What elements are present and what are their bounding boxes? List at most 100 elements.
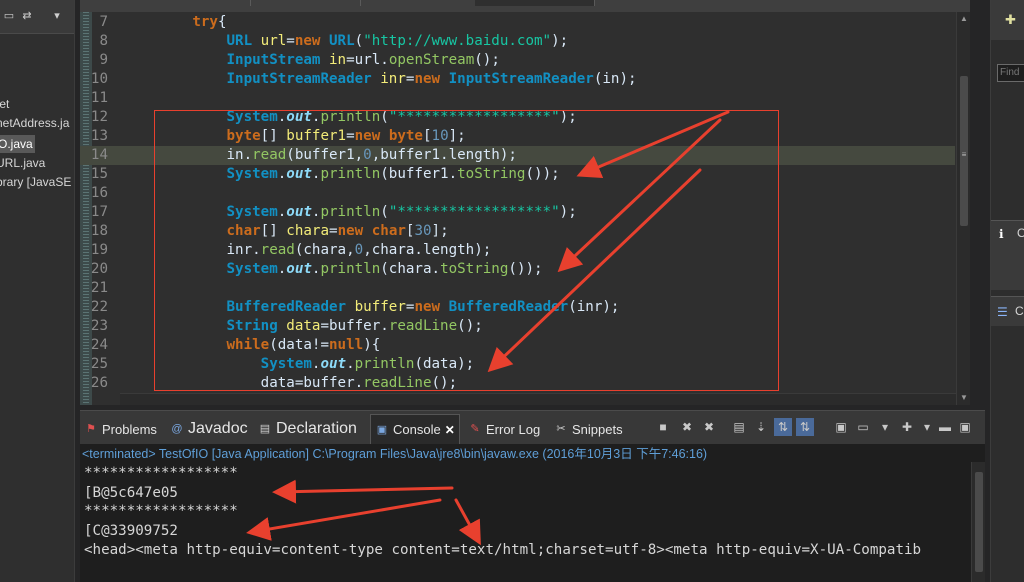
code-text: inr.read(chara,0,chara.length);: [124, 242, 492, 258]
view-menu-icon[interactable]: ▾: [50, 10, 64, 22]
line-number: 23: [90, 318, 108, 334]
terminated-label: <terminated> TestOfIO [Java Application]…: [82, 447, 708, 461]
line-number: 22: [90, 299, 108, 315]
remove-launch-icon[interactable]: ✖: [678, 418, 696, 436]
line-number: 19: [90, 242, 108, 258]
code-line[interactable]: 20 System.out.println(chara.toString());: [80, 260, 955, 279]
code-line[interactable]: 16: [80, 184, 955, 203]
new-console-icon[interactable]: ▭: [854, 418, 872, 436]
terminate-icon[interactable]: ■: [654, 418, 672, 436]
line-number: 12: [90, 109, 108, 125]
console-view[interactable]: <terminated> TestOfIO [Java Application]…: [80, 444, 985, 582]
minimize-icon[interactable]: ▬: [936, 418, 954, 436]
console-line: [C@33909752: [84, 523, 178, 539]
tab-label: Error Log: [486, 421, 541, 437]
tree-item[interactable]: tet: [0, 95, 9, 113]
line-number: 21: [90, 280, 108, 296]
maximize-icon[interactable]: ▣: [956, 418, 974, 436]
line-number: 24: [90, 337, 108, 353]
editor-tab-active[interactable]: [475, 0, 595, 6]
console-line: ******************: [84, 503, 238, 519]
close-icon[interactable]: ✕: [445, 423, 455, 437]
code-line[interactable]: 18 char[] chara=new char[30];: [80, 222, 955, 241]
line-number: 20: [90, 261, 108, 277]
line-number: 10: [90, 71, 108, 87]
tree-item[interactable]: URL.java: [0, 154, 45, 172]
tab-label: Declaration: [276, 420, 357, 437]
scroll-up-icon[interactable]: ▲: [959, 14, 969, 24]
ide-window: ▭ ⇄ ▾ tetnetAddress.ja O.javaURL.javabrar…: [0, 0, 1024, 582]
editor-tab[interactable]: [360, 0, 361, 6]
scroll-lock-icon[interactable]: ⇣: [752, 418, 770, 436]
code-line[interactable]: 26 data=buffer.readLine();: [80, 374, 955, 393]
console-line: ******************: [84, 465, 238, 481]
line-number: 15: [90, 166, 108, 182]
find-input[interactable]: Find: [997, 64, 1024, 82]
editor-tab[interactable]: [250, 0, 251, 6]
code-text: while(data!=null){: [226, 337, 381, 353]
scroll-down-icon[interactable]: ▼: [959, 393, 969, 403]
code-text: System.out.println(buffer1.toString());: [226, 166, 560, 182]
editor-horizontal-scrollbar[interactable]: [120, 393, 956, 405]
outline-section: ℹ O: [991, 220, 1024, 290]
code-text: InputStreamReader inr=new InputStreamRea…: [226, 71, 637, 87]
code-line[interactable]: 25 System.out.println(data);: [80, 355, 955, 374]
console-line: <head><meta http-equiv=content-type cont…: [84, 542, 922, 558]
line-number: 14: [90, 147, 108, 163]
tab-label: Console: [393, 422, 441, 437]
line-number: 9: [99, 52, 108, 68]
code-line[interactable]: 22 BufferedReader buffer=new BufferedRea…: [80, 298, 955, 317]
line-number: 16: [90, 185, 108, 201]
tree-item[interactable]: brary [JavaSE: [0, 173, 71, 191]
code-text: System.out.println(chara.toString());: [226, 261, 543, 277]
tab-javadoc[interactable]: @ Javadoc: [170, 418, 248, 440]
console-scrollbar[interactable]: [971, 462, 985, 582]
dropdown-icon-2[interactable]: ▾: [918, 418, 936, 436]
scrollbar-thumb[interactable]: [975, 472, 983, 572]
tab-declaration[interactable]: ▤ Declaration: [258, 418, 357, 440]
tab-problems[interactable]: ⚑ Problems: [84, 418, 157, 440]
tab-label: Javadoc: [188, 420, 248, 437]
info-icon: ℹ: [999, 227, 1004, 241]
code-line[interactable]: 23 String data=buffer.readLine();: [80, 317, 955, 336]
tab-error-log[interactable]: ✎ Error Log: [468, 418, 540, 440]
code-text: byte[] buffer1=new byte[10];: [226, 128, 466, 144]
new-task-icon[interactable]: ✚: [1005, 12, 1016, 28]
display-console-icon[interactable]: ▣: [832, 418, 850, 436]
tab-console[interactable]: ▣ Console ✕: [370, 414, 460, 444]
outline-toolbar: ✚: [991, 0, 1024, 40]
code-line[interactable]: 9 InputStream in=url.openStream();: [80, 51, 955, 70]
pin-console-icon[interactable]: ⇅: [774, 418, 792, 436]
right-panels: ✚ Find ℹ O ☰ C: [990, 0, 1024, 582]
code-line[interactable]: 21: [80, 279, 955, 298]
open-console-icon[interactable]: ✚: [898, 418, 916, 436]
show-output-icon[interactable]: ⇅: [796, 418, 814, 436]
section-label-o: O: [1017, 226, 1024, 240]
code-line[interactable]: 17 System.out.println("*****************…: [80, 203, 955, 222]
editor-vertical-scrollbar[interactable]: ▲ ≡ ▼: [956, 12, 970, 405]
code-line[interactable]: 11: [80, 89, 955, 108]
clear-console-icon[interactable]: ▤: [730, 418, 748, 436]
remove-all-icon[interactable]: ✖: [700, 418, 718, 436]
code-line[interactable]: 12 System.out.println("*****************…: [80, 108, 955, 127]
collapse-icon[interactable]: ▭: [2, 10, 16, 22]
console-icon: ▣: [376, 423, 388, 436]
code-text: System.out.println(data);: [260, 356, 475, 372]
link-editor-icon[interactable]: ⇄: [20, 10, 34, 22]
tree-item[interactable]: netAddress.ja: [0, 114, 69, 132]
outline-icon: ☰: [997, 305, 1008, 319]
code-line[interactable]: 8 URL url=new URL("http://www.baidu.com"…: [80, 32, 955, 51]
code-line[interactable]: 19 inr.read(chara,0,chara.length);: [80, 241, 955, 260]
code-text: data=buffer.readLine();: [124, 375, 458, 391]
code-line[interactable]: 15 System.out.println(buffer1.toString()…: [80, 165, 955, 184]
code-line[interactable]: 7 try{: [80, 13, 955, 32]
dropdown-icon[interactable]: ▾: [876, 418, 894, 436]
tree-item[interactable]: O.java: [0, 135, 35, 153]
line-number: 11: [90, 90, 108, 106]
code-line[interactable]: 24 while(data!=null){: [80, 336, 955, 355]
tab-snippets[interactable]: ✂ Snippets: [554, 418, 622, 440]
code-editor[interactable]: 7 try{8 URL url=new URL("http://www.baid…: [80, 12, 970, 405]
code-line[interactable]: 13 byte[] buffer1=new byte[10];: [80, 127, 955, 146]
code-line[interactable]: 14 in.read(buffer1,0,buffer1.length);: [80, 146, 955, 165]
code-line[interactable]: 10 InputStreamReader inr=new InputStream…: [80, 70, 955, 89]
